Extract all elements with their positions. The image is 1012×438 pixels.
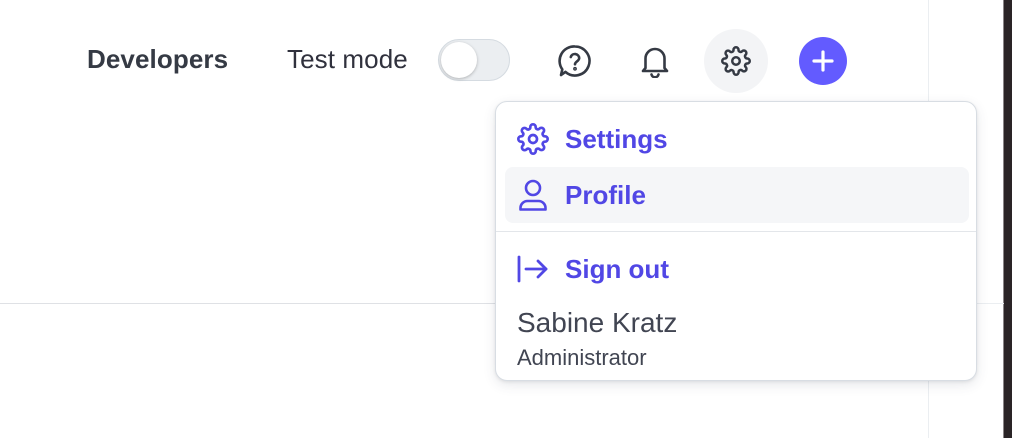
menu-item-settings[interactable]: Settings	[505, 111, 969, 167]
notifications-button[interactable]	[623, 29, 687, 93]
menu-item-sign-out[interactable]: Sign out	[505, 241, 969, 297]
plus-icon	[812, 50, 834, 72]
user-role: Administrator	[517, 345, 647, 370]
user-icon	[515, 177, 551, 213]
window-edge	[1004, 0, 1012, 438]
menu-item-sign-out-label: Sign out	[565, 253, 669, 284]
help-circle-icon	[558, 45, 591, 77]
settings-button[interactable]	[704, 29, 768, 93]
menu-separator	[496, 231, 976, 232]
bell-icon	[641, 47, 669, 78]
gear-icon	[515, 121, 551, 157]
toggle-knob	[441, 42, 477, 78]
menu-item-profile[interactable]: Profile	[505, 167, 969, 223]
account-menu: Settings Profile Sign out Sabine Kratz A…	[495, 101, 977, 381]
sign-out-icon	[515, 251, 551, 287]
menu-item-settings-label: Settings	[565, 123, 668, 154]
test-mode-label: Test mode	[287, 44, 408, 74]
menu-item-profile-label: Profile	[565, 179, 646, 210]
user-name: Sabine Kratz	[517, 307, 678, 338]
help-button[interactable]	[543, 29, 607, 93]
gear-icon	[721, 46, 751, 76]
content-divider	[0, 303, 496, 304]
create-button[interactable]	[799, 37, 847, 85]
developers-link[interactable]: Developers	[87, 44, 228, 75]
page: Developers Test mode Settings Profile Si…	[0, 0, 1012, 438]
test-mode-toggle[interactable]	[438, 39, 510, 81]
content-divider-right	[976, 303, 1004, 304]
